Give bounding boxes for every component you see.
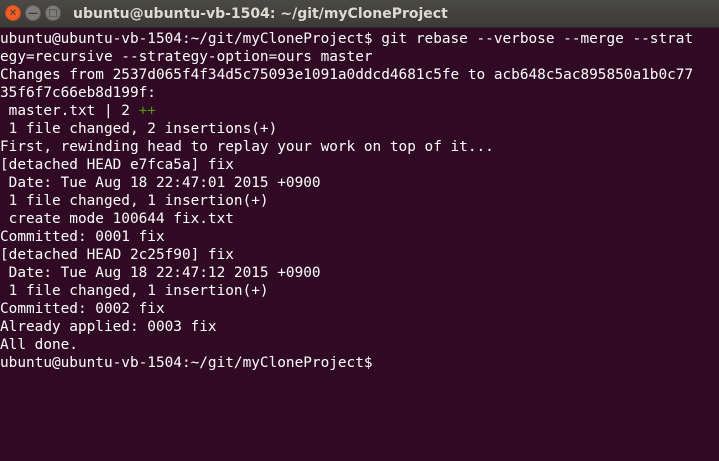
output-line: 1 file changed, 2 insertions(+) — [0, 121, 278, 137]
title-bar[interactable]: ✕ — □ ubuntu@ubuntu-vb-1504: ~/git/myClo… — [0, 0, 719, 28]
output-line: Date: Tue Aug 18 22:47:12 2015 +0900 — [0, 265, 321, 281]
output-line: First, rewinding head to replay your wor… — [0, 139, 494, 155]
output-line: [detached HEAD e7fca5a] fix — [0, 157, 234, 173]
terminal-output[interactable]: ubuntu@ubuntu-vb-1504:~/git/myCloneProje… — [0, 30, 719, 461]
prompt-line[interactable]: ubuntu@ubuntu-vb-1504:~/git/myCloneProje… — [0, 354, 719, 372]
minimize-icon: — — [28, 8, 38, 19]
diffstat-line: master.txt | 2 ++ — [0, 102, 719, 120]
diffstat-file: master.txt | 2 — [0, 103, 139, 119]
output-line: [detached HEAD 2c25f90] fix — [0, 247, 234, 263]
output-line: Changes from 2537d065f4f34d5c75093e1091a… — [0, 67, 694, 83]
diffstat-plus: ++ — [138, 103, 156, 119]
command-line-wrap: egy=recursive --strategy-option=ours mas… — [0, 49, 373, 65]
output-line: Date: Tue Aug 18 22:47:01 2015 +0900 — [0, 175, 321, 191]
output-line: Committed: 0001 fix — [0, 229, 165, 245]
output-line: All done. — [0, 337, 78, 353]
close-icon: ✕ — [8, 8, 18, 19]
output-line: Committed: 0002 fix — [0, 301, 165, 317]
output-line: create mode 100644 fix.txt — [0, 211, 234, 227]
output-line: Already applied: 0003 fix — [0, 319, 217, 335]
maximize-icon: □ — [48, 8, 58, 19]
output-line: 1 file changed, 1 insertion(+) — [0, 283, 269, 299]
terminal-window: ✕ — □ ubuntu@ubuntu-vb-1504: ~/git/myClo… — [0, 0, 719, 461]
window-title: ubuntu@ubuntu-vb-1504: ~/git/myCloneProj… — [73, 6, 448, 22]
output-line: 35f6f7c66eb8d199f: — [0, 85, 156, 101]
minimize-button[interactable]: — — [25, 5, 41, 21]
output-line: 1 file changed, 1 insertion(+) — [0, 193, 269, 209]
close-button[interactable]: ✕ — [5, 5, 21, 21]
maximize-button[interactable]: □ — [45, 5, 61, 21]
command-line: ubuntu@ubuntu-vb-1504:~/git/myCloneProje… — [0, 31, 694, 47]
